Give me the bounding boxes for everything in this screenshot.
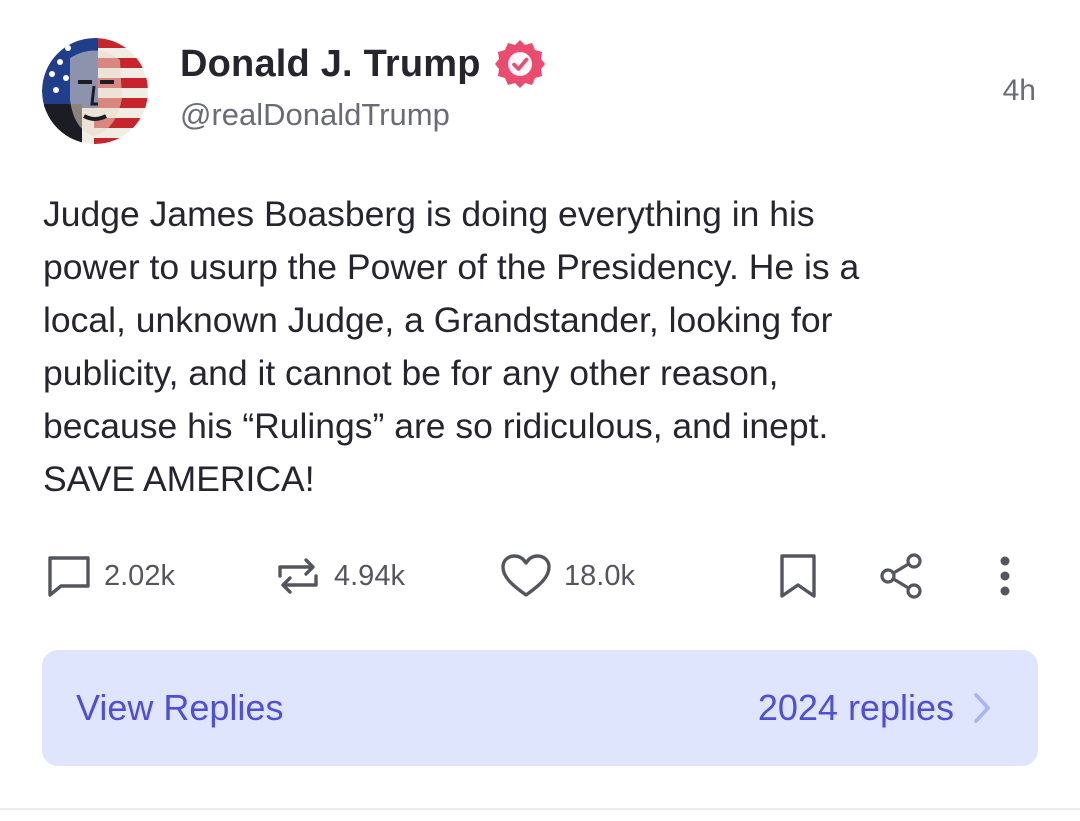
flag-face-avatar-icon bbox=[42, 38, 148, 144]
like-count: 18.0k bbox=[564, 559, 635, 592]
bookmark-button[interactable] bbox=[778, 548, 818, 604]
author-name-row[interactable]: Donald J. Trump bbox=[180, 38, 547, 90]
post-timestamp[interactable]: 4h bbox=[1003, 74, 1036, 108]
view-replies-button[interactable]: View Replies 2024 replies bbox=[42, 650, 1038, 766]
reply-count: 2.02k bbox=[104, 559, 175, 592]
author-display-name[interactable]: Donald J. Trump bbox=[180, 43, 481, 86]
reply-button[interactable]: 2.02k bbox=[46, 548, 175, 604]
view-replies-label: View Replies bbox=[76, 687, 284, 728]
more-vertical-icon bbox=[990, 552, 1020, 600]
post-action-bar: 2.02k 4.94k 18.0k bbox=[0, 548, 1080, 604]
repost-button[interactable]: 4.94k bbox=[274, 548, 405, 604]
post-text: Judge James Boasberg is doing everything… bbox=[43, 194, 860, 499]
bookmark-icon bbox=[778, 552, 818, 600]
chevron-right-icon bbox=[972, 691, 992, 725]
share-icon bbox=[878, 552, 926, 600]
heart-icon bbox=[500, 553, 552, 599]
verified-badge-icon bbox=[493, 37, 547, 91]
replies-count-label: 2024 replies bbox=[757, 687, 954, 728]
author-avatar[interactable] bbox=[42, 38, 148, 144]
post-divider bbox=[0, 808, 1080, 810]
comment-icon bbox=[46, 554, 92, 598]
like-button[interactable]: 18.0k bbox=[500, 548, 635, 604]
replies-count-group: 2024 replies bbox=[758, 687, 992, 729]
repost-count: 4.94k bbox=[334, 559, 405, 592]
post-card: Donald J. Trump @realDonaldTrump 4h Judg… bbox=[0, 0, 1080, 808]
author-handle[interactable]: @realDonaldTrump bbox=[180, 97, 450, 133]
repost-icon bbox=[274, 552, 322, 600]
share-button[interactable] bbox=[878, 548, 926, 604]
more-options-button[interactable] bbox=[990, 548, 1020, 604]
